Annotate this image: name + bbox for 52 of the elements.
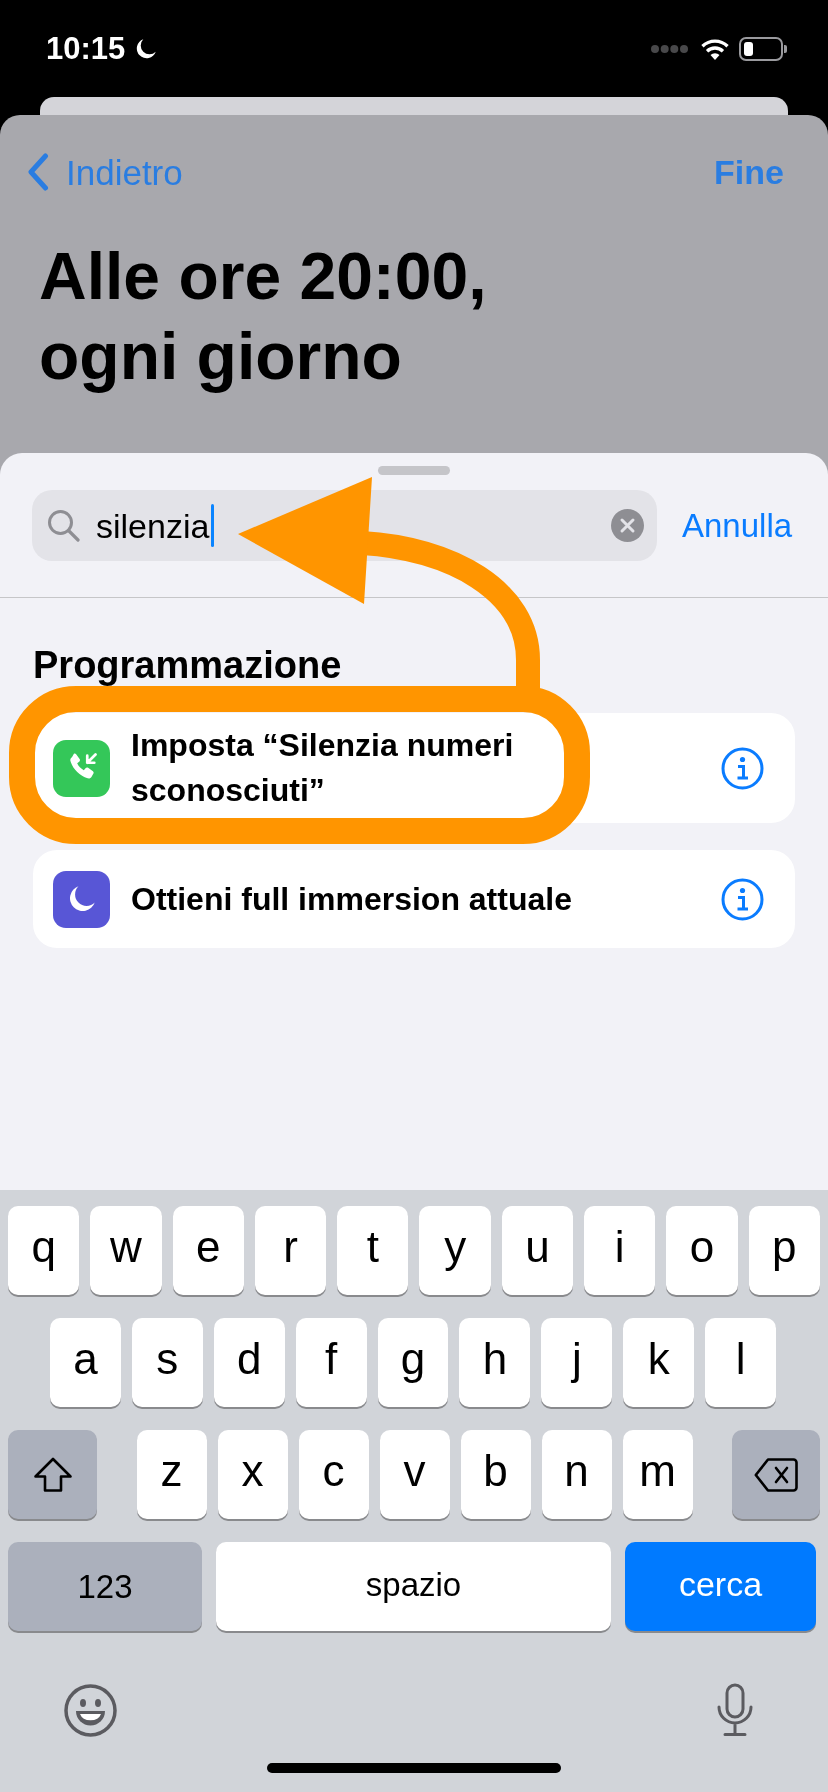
- keyboard-key[interactable]: g: [377, 1318, 449, 1407]
- text-cursor: [211, 504, 215, 547]
- keyboard-key[interactable]: q: [8, 1206, 80, 1295]
- space-key[interactable]: spazio: [216, 1542, 611, 1631]
- keyboard-key[interactable]: w: [90, 1206, 162, 1295]
- info-icon[interactable]: [721, 877, 764, 921]
- keyboard-key[interactable]: x: [217, 1430, 288, 1519]
- screen-title: Alle ore 20:00, ogni giorno: [39, 238, 488, 395]
- signal-icon: [651, 44, 688, 53]
- battery-icon: [739, 36, 787, 61]
- keyboard-key[interactable]: r: [254, 1206, 327, 1295]
- cancel-button[interactable]: Annulla: [682, 509, 793, 542]
- keyboard-key[interactable]: u: [501, 1206, 574, 1295]
- keyboard-key[interactable]: m: [622, 1430, 693, 1519]
- keyboard-key[interactable]: l: [705, 1318, 776, 1407]
- info-icon[interactable]: [721, 746, 764, 790]
- action-row[interactable]: Imposta “Silenzia numeri sconosciuti”: [33, 713, 795, 823]
- keyboard-key[interactable]: o: [666, 1206, 738, 1295]
- search-icon: [47, 509, 80, 542]
- shift-icon: [32, 1456, 73, 1493]
- action-label: Imposta “Silenzia numeri sconosciuti”: [131, 726, 515, 810]
- keyboard-key[interactable]: a: [50, 1318, 121, 1407]
- keyboard-key[interactable]: e: [172, 1206, 244, 1295]
- action-row[interactable]: Ottieni full immersion attuale: [33, 850, 795, 948]
- keyboard-key[interactable]: h: [459, 1318, 531, 1407]
- keyboard-key[interactable]: z: [136, 1430, 207, 1519]
- keyboard-key[interactable]: v: [379, 1430, 450, 1519]
- chevron-left-icon: [27, 153, 49, 191]
- keyboard-key[interactable]: t: [337, 1206, 409, 1295]
- clear-icon[interactable]: [611, 509, 644, 542]
- keyboard-key[interactable]: d: [213, 1318, 285, 1407]
- section-header: Programmazione: [32, 643, 343, 687]
- keyboard-key[interactable]: p: [748, 1206, 820, 1295]
- keyboard-key[interactable]: y: [419, 1206, 491, 1295]
- keyboard-key[interactable]: n: [541, 1430, 612, 1519]
- keyboard-key[interactable]: b: [460, 1430, 531, 1519]
- keyboard-key[interactable]: j: [541, 1318, 613, 1407]
- keyboard-key[interactable]: c: [298, 1430, 369, 1519]
- action-label: Ottieni full immersion attuale: [131, 879, 572, 919]
- keyboard-key[interactable]: s: [131, 1318, 203, 1407]
- keyboard-key[interactable]: f: [295, 1318, 367, 1407]
- keyboard-key[interactable]: k: [623, 1318, 695, 1407]
- smiley-icon[interactable]: [64, 1683, 117, 1737]
- numbers-key[interactable]: 123: [8, 1542, 202, 1631]
- search-key[interactable]: cerca: [625, 1542, 816, 1631]
- shift-key[interactable]: [8, 1430, 97, 1519]
- keyboard-key[interactable]: i: [584, 1206, 656, 1295]
- status-time: 10:15: [46, 33, 126, 64]
- backspace-icon: [754, 1456, 798, 1493]
- wifi-icon: [700, 37, 730, 60]
- delete-key[interactable]: [732, 1430, 820, 1519]
- microphone-icon[interactable]: [716, 1683, 754, 1737]
